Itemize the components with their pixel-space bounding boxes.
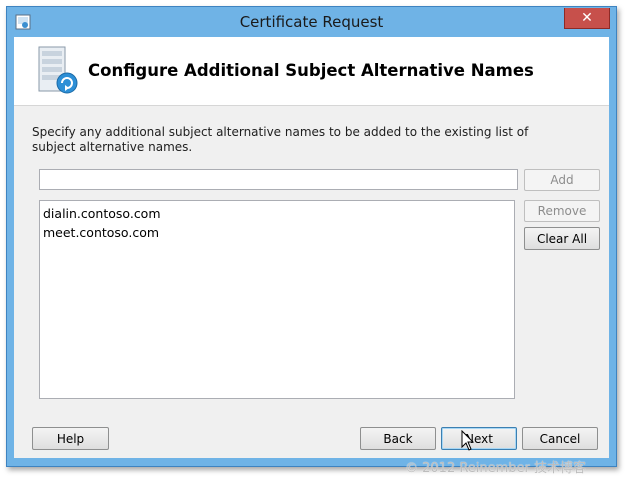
title-bar[interactable]: Certificate Request ✕ — [7, 7, 616, 37]
wizard-header: Configure Additional Subject Alternative… — [14, 37, 609, 106]
certificate-request-window: Certificate Request ✕ Configure Addition… — [6, 6, 617, 467]
page-title: Configure Additional Subject Alternative… — [88, 61, 534, 80]
watermark: © 2012 Reinember 技术博客 — [405, 461, 587, 476]
close-button[interactable]: ✕ — [564, 8, 610, 29]
add-button[interactable]: Add — [524, 169, 600, 191]
back-button[interactable]: Back — [360, 427, 436, 450]
list-item[interactable]: meet.contoso.com — [43, 223, 514, 242]
list-item[interactable]: dialin.contoso.com — [43, 204, 514, 223]
subject-names-list[interactable]: dialin.contoso.com meet.contoso.com — [39, 200, 515, 399]
clear-all-button[interactable]: Clear All — [524, 227, 600, 250]
cancel-button[interactable]: Cancel — [522, 427, 598, 450]
mouse-pointer-icon — [461, 430, 475, 451]
help-button[interactable]: Help — [32, 427, 109, 450]
window-title: Certificate Request — [239, 13, 384, 31]
instructions-text: Specify any additional subject alternati… — [32, 125, 529, 154]
remove-button[interactable]: Remove — [524, 200, 600, 222]
certificate-server-icon — [38, 46, 78, 94]
subject-name-input[interactable] — [39, 169, 518, 190]
dialog-body: Configure Additional Subject Alternative… — [14, 37, 609, 458]
next-button[interactable]: Next — [441, 427, 517, 450]
